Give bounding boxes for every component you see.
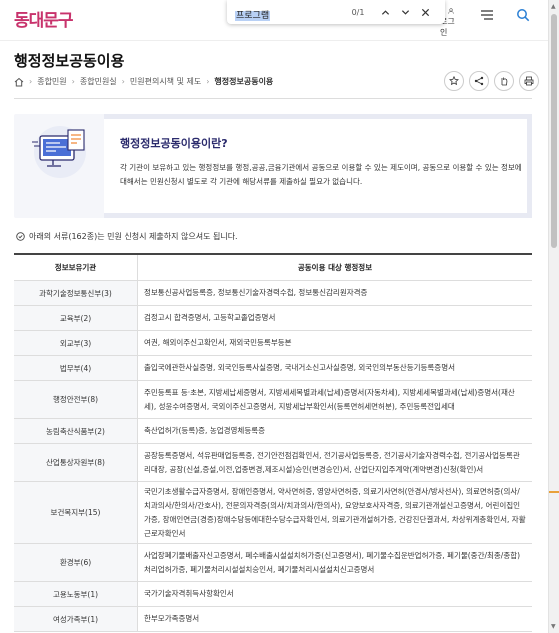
breadcrumb-item[interactable]: 민원편의시책 및 제도 — [130, 76, 201, 87]
breadcrumb-separator: › — [206, 77, 210, 86]
check-circle-icon — [16, 232, 25, 241]
breadcrumb-separator: › — [121, 77, 125, 86]
table-row: 과학기술정보통신부(3) 정보통신공사업등록증, 정보통신기술자경력수첩, 정보… — [14, 281, 532, 306]
content-divider — [14, 98, 532, 99]
table-row: 교육부(2) 검정고시 합격증명서, 고등학교졸업증명서 — [14, 306, 532, 331]
notice-text: 아래의 서류(162종)는 민원 신청시 제출하지 않으셔도 됩니다. — [29, 232, 238, 241]
table-cell-docs: 검정고시 합격증명서, 고등학교졸업증명서 — [144, 313, 276, 322]
site-logo[interactable]: 동대문구 — [14, 6, 74, 31]
breadcrumb: › 종합민원 › 종합민원실 › 민원편의시책 및 제도 › 행정정보공동이용 — [14, 76, 273, 87]
table-row: 보건복지부(15) 국민기초생활수급자증명서, 장애인증명서, 약사면허증, 영… — [14, 482, 532, 544]
print-button[interactable] — [519, 71, 539, 91]
breadcrumb-current: 행정정보공동이용 — [214, 77, 274, 86]
table-cell-org: 여성가족부(1) — [14, 607, 138, 631]
table-cell-docs: 여권, 해외이주신고확인서, 재외국민등록부등본 — [144, 338, 292, 347]
table-cell-org: 보건복지부(15) — [14, 482, 138, 543]
hand-icon — [501, 77, 508, 86]
table-cell-docs: 사업장폐기물배출자신고증명서, 폐수배출시설설치허가증(신고증명서), 폐기물수… — [144, 550, 521, 574]
find-bar: 프로그램 0/1 — [227, 0, 445, 24]
table-row: 여성가족부(1) 한부모가족증명서 — [14, 607, 532, 632]
breadcrumb-separator: › — [29, 77, 33, 86]
page-actions — [444, 71, 539, 91]
table-header-org: 정보보유기관 — [14, 255, 138, 280]
table-cell-org: 산업통상자원부(8) — [14, 444, 138, 481]
user-icon — [448, 8, 454, 14]
table-cell-docs: 공장등록증명서, 석유판매업등록증, 전기안전점검확인서, 전기공사업등록증, … — [144, 450, 520, 474]
table-cell-docs: 정보통신공사업등록증, 정보통신기술자경력수첩, 정보통신감리원자격증 — [144, 288, 368, 297]
close-icon — [421, 8, 429, 16]
page-title: 행정정보공동이용 — [14, 52, 125, 70]
find-match-marker — [549, 491, 559, 493]
table-row: 고용노동부(1) 국가기술자격취득사항확인서 — [14, 582, 532, 607]
chevron-down-icon — [401, 9, 409, 15]
info-text: 각 기관이 보유하고 있는 행정정보를 행정,공공,금융기관에서 공동으로 이용… — [120, 163, 522, 186]
find-close-button[interactable] — [415, 3, 435, 21]
share-icon — [474, 76, 484, 86]
find-input-wrapper[interactable]: 프로그램 — [235, 3, 341, 22]
home-icon[interactable] — [14, 77, 24, 87]
table-cell-org: 교육부(2) — [14, 306, 138, 330]
computer-document-illustration — [32, 126, 86, 178]
table-cell-org: 행정안전부(8) — [14, 381, 138, 418]
find-next-button[interactable] — [395, 3, 415, 21]
notice: 아래의 서류(162종)는 민원 신청시 제출하지 않으셔도 됩니다. — [16, 231, 238, 242]
print-icon — [524, 76, 534, 86]
table-cell-org: 농림축산식품부(2) — [14, 419, 138, 443]
info-box: 행정정보공동이용이란? 각 기관이 보유하고 있는 행정정보를 행정,공공,금융… — [14, 114, 532, 218]
header-divider — [0, 40, 548, 41]
find-count: 0/1 — [351, 7, 365, 17]
table-cell-org: 외교부(3) — [14, 331, 138, 355]
table-row: 법무부(4) 출입국에관한사실증명, 외국인등록사실증명, 국내거소신고사실증명… — [14, 356, 532, 381]
table-row: 산업통상자원부(8) 공장등록증명서, 석유판매업등록증, 전기안전점검확인서,… — [14, 444, 532, 482]
scroll-thumb[interactable] — [551, 14, 557, 248]
star-icon — [449, 76, 459, 86]
table-row: 환경부(6) 사업장폐기물배출자신고증명서, 폐수배출시설설치허가증(신고증명서… — [14, 544, 532, 582]
table-cell-docs: 출입국에관한사실증명, 외국인등록사실증명, 국내거소신고사실증명, 외국인의부… — [144, 363, 456, 372]
table-cell-docs: 국가기술자격취득사항확인서 — [144, 589, 234, 598]
admin-info-table: 정보보유기관 공동이용 대상 행정정보 과학기술정보통신부(3) 정보통신공사업… — [14, 253, 532, 632]
find-input[interactable]: 프로그램 — [235, 10, 271, 21]
table-row: 농림축산식품부(2) 축산업허가(등록)증, 농업경영체등록증 — [14, 419, 532, 444]
table-header-row: 정보보유기관 공동이용 대상 행정정보 — [14, 255, 532, 281]
scroll-up-arrow-icon[interactable]: ▲ — [551, 3, 556, 10]
satisfaction-button[interactable] — [494, 71, 514, 91]
chevron-up-icon — [381, 9, 389, 15]
search-button[interactable] — [512, 8, 534, 38]
search-icon — [517, 9, 530, 22]
info-title: 행정정보공동이용이란? — [120, 137, 228, 150]
breadcrumb-separator: › — [71, 77, 75, 86]
table-cell-org: 과학기술정보통신부(3) — [14, 281, 138, 305]
favorite-button[interactable] — [444, 71, 464, 91]
vertical-scrollbar[interactable]: ▲ ▼ — [548, 0, 559, 633]
table-cell-docs: 국민기초생활수급자증명서, 장애인증명서, 약사면허증, 영양사면허증, 의료기… — [144, 486, 526, 538]
share-button[interactable] — [469, 71, 489, 91]
table-cell-docs: 축산업허가(등록)증, 농업경영체등록증 — [144, 426, 266, 435]
breadcrumb-item[interactable]: 종합민원실 — [80, 76, 117, 87]
table-header-docs: 공동이용 대상 행정정보 — [138, 255, 532, 280]
table-cell-docs: 한부모가족증명서 — [144, 614, 200, 623]
menu-button[interactable] — [476, 8, 498, 38]
find-previous-button[interactable] — [375, 3, 395, 21]
table-cell-org: 고용노동부(1) — [14, 582, 138, 606]
table-cell-docs: 주민등록표 등·초본, 지방세납세증명서, 지방세세목별과세(납세)증명서(자동… — [144, 387, 515, 411]
header-icons: 로그인 — [440, 8, 534, 38]
hamburger-icon — [481, 10, 493, 20]
table-row: 행정안전부(8) 주민등록표 등·초본, 지방세납세증명서, 지방세세목별과세(… — [14, 381, 532, 419]
table-row: 외교부(3) 여권, 해외이주신고확인서, 재외국민등록부등본 — [14, 331, 532, 356]
table-cell-org: 법무부(4) — [14, 356, 138, 380]
table-cell-org: 환경부(6) — [14, 544, 138, 581]
scroll-down-arrow-icon[interactable]: ▼ — [551, 623, 556, 630]
breadcrumb-item[interactable]: 종합민원 — [37, 76, 66, 87]
